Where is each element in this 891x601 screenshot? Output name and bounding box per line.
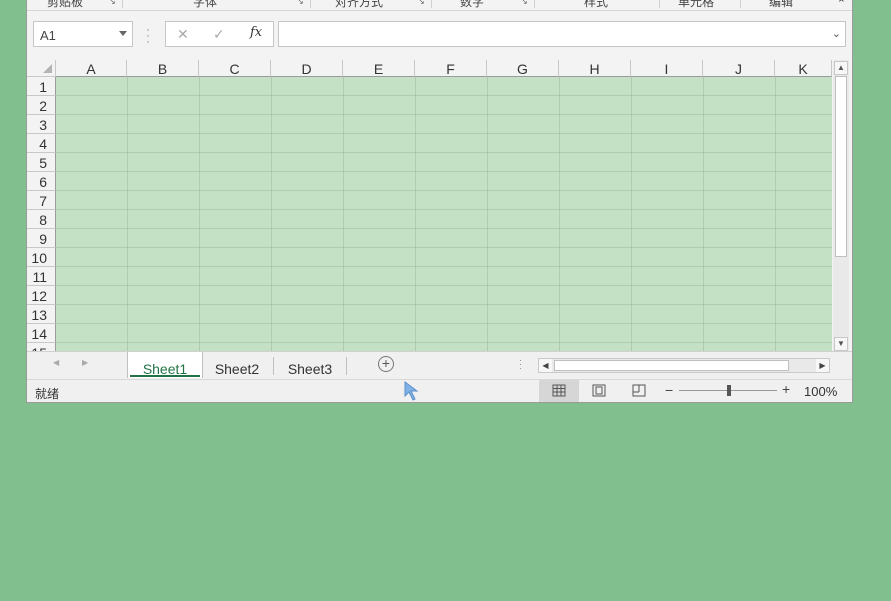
row-header-10[interactable]: 10 [27, 248, 56, 267]
ribbon-group-editing: 编辑 [769, 0, 794, 9]
column-header-e[interactable]: E [343, 60, 415, 77]
next-sheet-icon[interactable]: ▶ [82, 358, 88, 367]
select-all-triangle-icon [43, 64, 52, 73]
normal-view-button[interactable] [539, 380, 579, 402]
name-box[interactable]: A1 [33, 21, 133, 47]
vertical-scrollbar[interactable]: ▲ ▼ [833, 60, 849, 352]
mouse-cursor-icon [404, 381, 419, 401]
scroll-right-icon[interactable]: ▶ [816, 359, 829, 372]
zoom-percent[interactable]: 100% [804, 384, 837, 399]
cell-area[interactable] [56, 77, 832, 351]
clipboard-launcher-icon[interactable]: ↘ [109, 0, 118, 7]
ribbon-group-styles: 样式 [584, 0, 609, 9]
column-header-k[interactable]: K [775, 60, 832, 77]
sheet-tab-bar: ◀ ▶ Sheet1 Sheet2 Sheet3 + · · · ◀ ▶ [27, 351, 852, 379]
column-header-c[interactable]: C [199, 60, 271, 77]
scroll-down-icon[interactable]: ▼ [834, 337, 848, 351]
column-header-a[interactable]: A [56, 60, 127, 77]
horizontal-scroll-thumb[interactable] [554, 360, 789, 371]
row-header-4[interactable]: 4 [27, 134, 56, 153]
vertical-scroll-thumb[interactable] [835, 76, 847, 257]
formula-bar: A1 · · · ✕ ✓ fx ⌄ [27, 11, 852, 58]
group-separator [122, 0, 123, 8]
page-layout-icon [592, 384, 606, 397]
column-header-j[interactable]: J [703, 60, 775, 77]
alignment-launcher-icon[interactable]: ↘ [418, 0, 427, 7]
zoom-out-icon[interactable]: − [665, 382, 673, 398]
insert-function-button[interactable]: fx [250, 25, 262, 40]
row-header-2[interactable]: 2 [27, 96, 56, 115]
row-header-14[interactable]: 14 [27, 324, 56, 343]
group-separator [659, 0, 660, 8]
column-header-b[interactable]: B [127, 60, 199, 77]
column-header-g[interactable]: G [487, 60, 559, 77]
page-layout-view-button[interactable] [579, 380, 619, 402]
tab-separator [346, 357, 347, 375]
number-launcher-icon[interactable]: ↘ [521, 0, 530, 7]
check-icon[interactable]: ✓ [213, 26, 225, 43]
group-separator [740, 0, 741, 8]
row-header-13[interactable]: 13 [27, 305, 56, 324]
expand-formula-bar-icon[interactable]: ⌄ [832, 27, 841, 40]
worksheet-grid[interactable]: ABCDEFGHIJK 123456789101112131415 [27, 60, 832, 351]
formula-input[interactable]: ⌄ [278, 21, 846, 47]
select-all-button[interactable] [27, 60, 56, 77]
plus-circle-icon[interactable]: + [378, 356, 394, 372]
status-bar: 就绪 − + 100% [27, 379, 852, 402]
tab-sheet3[interactable]: Sheet3 [275, 352, 345, 378]
page-break-view-button[interactable] [619, 380, 659, 402]
excel-window: 剪贴板 ↘ 字体 ↘ 对齐方式 ↘ 数字 ↘ 样式 单元格 编辑 ⌃ A1 · ·… [26, 0, 853, 403]
ribbon-group-alignment: 对齐方式 [335, 0, 384, 9]
zoom-slider-thumb[interactable] [727, 385, 731, 396]
ribbon-group-number: 数字 [460, 0, 485, 9]
status-ready-text: 就绪 [35, 387, 60, 401]
column-header-f[interactable]: F [415, 60, 487, 77]
scroll-up-icon[interactable]: ▲ [834, 61, 848, 75]
collapse-ribbon-icon[interactable]: ⌃ [837, 0, 846, 10]
prev-sheet-icon[interactable]: ◀ [53, 358, 59, 367]
row-header-8[interactable]: 8 [27, 210, 56, 229]
horizontal-scrollbar[interactable]: ◀ ▶ [538, 358, 830, 373]
row-header-5[interactable]: 5 [27, 153, 56, 172]
group-separator [310, 0, 311, 8]
scroll-left-icon[interactable]: ◀ [539, 359, 552, 372]
row-header-15[interactable]: 15 [27, 343, 56, 351]
row-header-7[interactable]: 7 [27, 191, 56, 210]
row-header-9[interactable]: 9 [27, 229, 56, 248]
tab-sheet2[interactable]: Sheet2 [202, 352, 272, 378]
group-separator [431, 0, 432, 8]
column-header-i[interactable]: I [631, 60, 703, 77]
row-header-12[interactable]: 12 [27, 286, 56, 305]
chevron-down-icon[interactable] [119, 31, 127, 36]
row-header-11[interactable]: 11 [27, 267, 56, 286]
ribbon-group-clipboard: 剪贴板 [47, 0, 84, 9]
row-header-3[interactable]: 3 [27, 115, 56, 134]
ribbon-group-font: 字体 [193, 0, 218, 9]
grid-view-icon [552, 384, 566, 397]
row-header-1[interactable]: 1 [27, 77, 56, 96]
zoom-in-icon[interactable]: + [782, 381, 790, 397]
column-header-h[interactable]: H [559, 60, 631, 77]
close-icon[interactable]: ✕ [177, 26, 189, 43]
ribbon-group-labels: 剪贴板 ↘ 字体 ↘ 对齐方式 ↘ 数字 ↘ 样式 单元格 编辑 ⌃ [27, 0, 852, 11]
page-break-icon [632, 384, 646, 397]
group-separator [534, 0, 535, 8]
tab-split-grip-icon[interactable]: · · · [519, 356, 522, 373]
row-header-6[interactable]: 6 [27, 172, 56, 191]
tab-separator [273, 357, 274, 375]
formula-bar-grip-icon[interactable]: · · · [146, 23, 150, 47]
font-launcher-icon[interactable]: ↘ [297, 0, 306, 7]
formula-buttons: ✕ ✓ fx [165, 21, 274, 47]
name-box-value: A1 [40, 28, 56, 43]
tab-sheet1[interactable]: Sheet1 [127, 352, 203, 378]
ribbon-group-cells: 单元格 [678, 0, 715, 9]
column-header-d[interactable]: D [271, 60, 343, 77]
